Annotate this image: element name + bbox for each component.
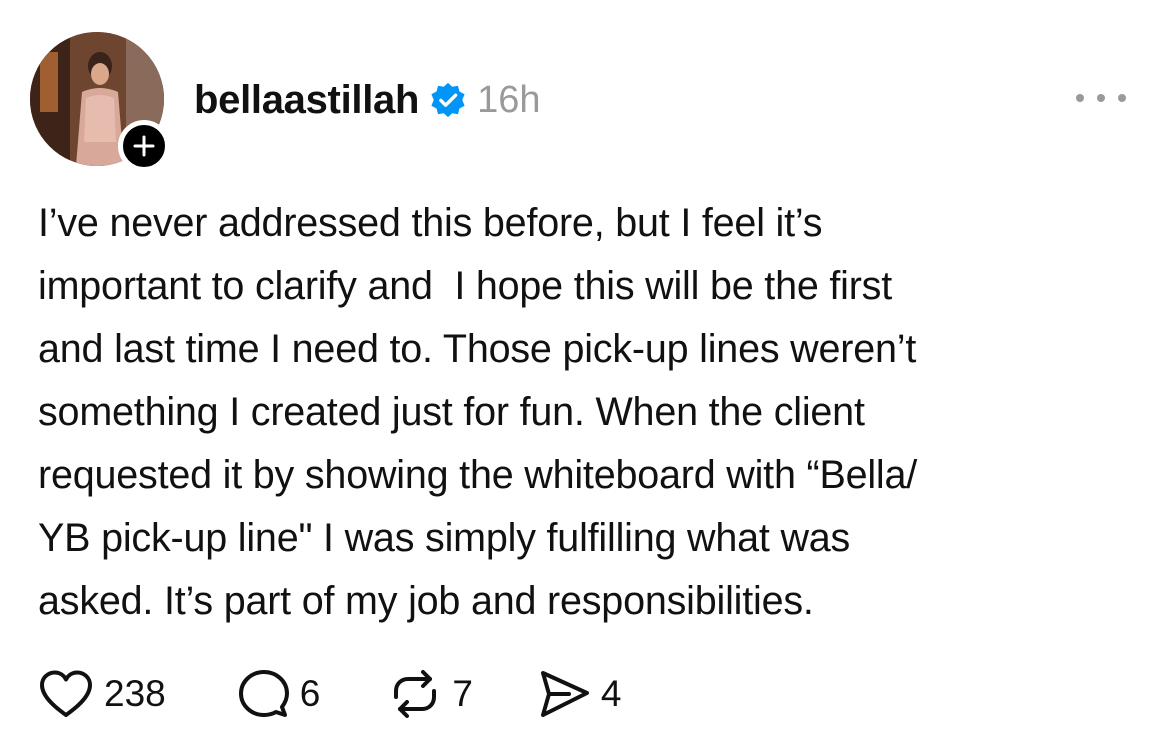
share-button[interactable]: 4 [539, 669, 622, 719]
reply-count: 6 [299, 673, 321, 714]
follow-button[interactable] [118, 120, 170, 172]
post-header: bellaastillah 16h [194, 72, 541, 128]
like-count: 238 [104, 673, 166, 714]
username[interactable]: bellaastillah [194, 78, 419, 123]
post-timestamp: 16h [477, 78, 541, 121]
send-icon [540, 671, 589, 717]
plus-icon [133, 135, 155, 157]
more-options-button[interactable] [1076, 88, 1126, 108]
reply-button[interactable]: 6 [238, 669, 321, 719]
heart-icon [40, 670, 92, 717]
repost-count: 7 [452, 673, 473, 714]
avatar-container [30, 32, 170, 172]
like-button[interactable]: 238 [38, 669, 166, 719]
share-count: 4 [600, 673, 622, 714]
comment-bubble-icon [238, 670, 289, 717]
repost-icon [394, 670, 437, 718]
post-text: I’ve never addressed this before, but I … [38, 201, 918, 623]
more-horizontal-icon [1076, 94, 1084, 102]
post-actions-bar: 238 6 7 4 [38, 666, 621, 722]
verified-badge-icon [429, 81, 467, 119]
repost-button[interactable]: 7 [388, 669, 473, 719]
